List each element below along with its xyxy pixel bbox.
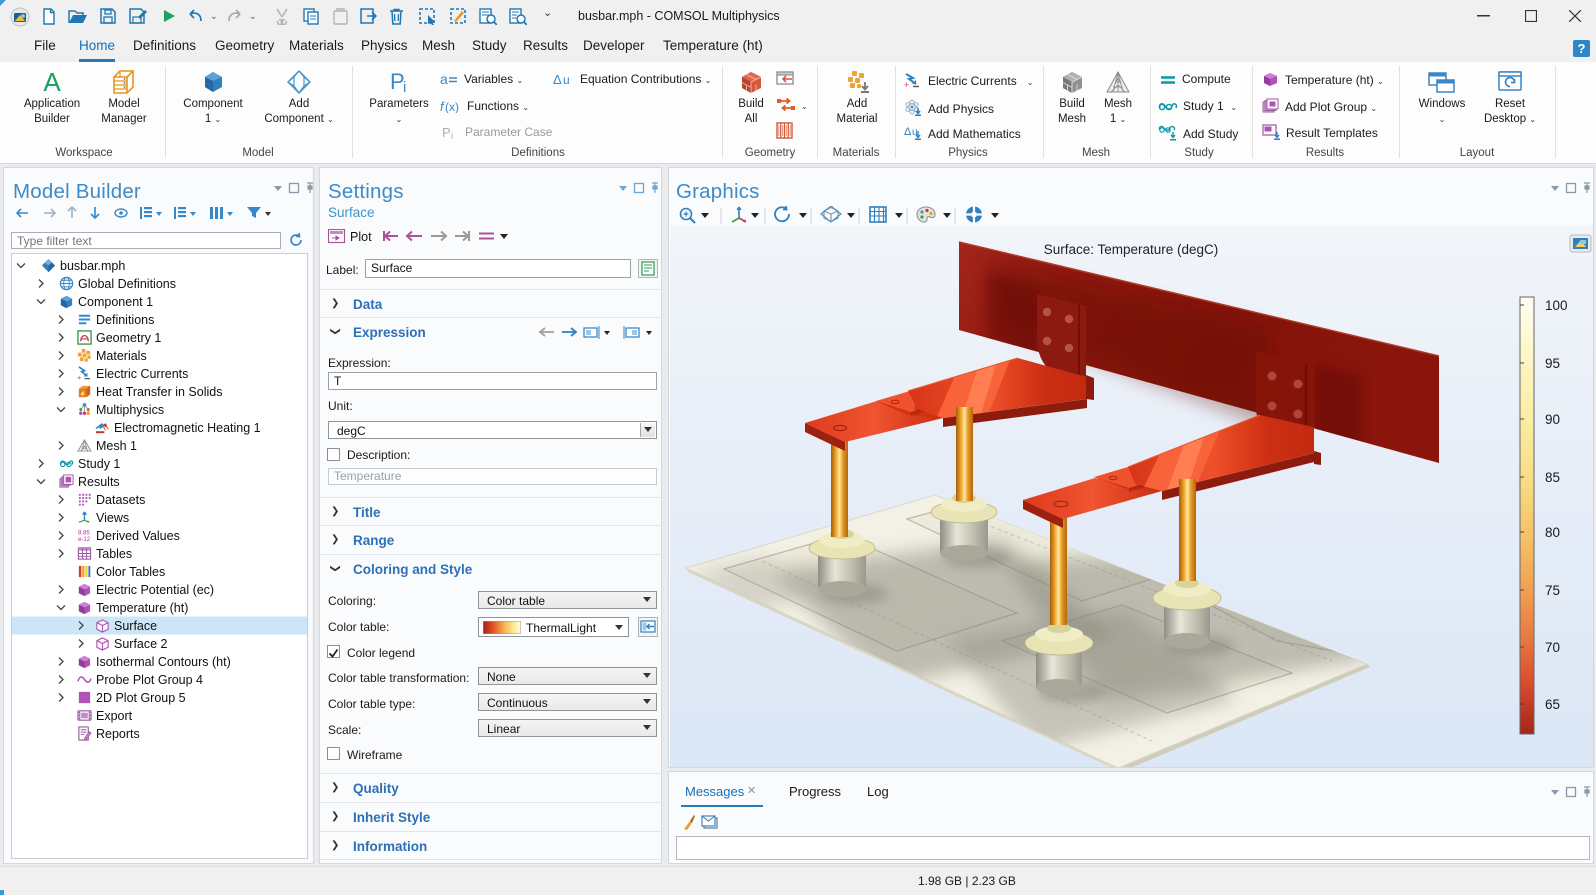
- svg-text:Δ: Δ: [553, 72, 562, 86]
- svg-text:65: 65: [1545, 697, 1560, 712]
- svg-text:Surface: Temperature (degC): Surface: Temperature (degC): [1044, 242, 1219, 257]
- svg-text:(x): (x): [445, 100, 459, 113]
- svg-text:Derived Values: Derived Values: [96, 529, 180, 543]
- svg-text:80: 80: [1545, 525, 1560, 540]
- svg-text:100: 100: [1545, 298, 1568, 313]
- svg-text:Materials: Materials: [96, 349, 147, 363]
- svg-text:i: i: [451, 131, 453, 139]
- svg-text:Multiphysics: Multiphysics: [96, 403, 164, 417]
- svg-text:Views: Views: [96, 511, 129, 525]
- svg-text:Heat Transfer in Solids: Heat Transfer in Solids: [96, 385, 222, 399]
- svg-text:A: A: [43, 70, 61, 94]
- svg-text:busbar.mph: busbar.mph: [60, 259, 125, 273]
- svg-text:Surface 2: Surface 2: [114, 637, 168, 651]
- svg-text:Isothermal Contours (ht): Isothermal Contours (ht): [96, 655, 231, 669]
- svg-text:95: 95: [1545, 356, 1560, 371]
- svg-text:Geometry 1: Geometry 1: [96, 331, 161, 345]
- svg-text:Color Tables: Color Tables: [96, 565, 165, 579]
- svg-text:Mesh 1: Mesh 1: [96, 439, 137, 453]
- svg-text:70: 70: [1545, 640, 1560, 655]
- svg-text:Component 1: Component 1: [78, 295, 153, 309]
- svg-text:P: P: [442, 125, 451, 139]
- svg-text:Electric Currents: Electric Currents: [96, 367, 188, 381]
- svg-text:Electromagnetic Heating 1: Electromagnetic Heating 1: [114, 421, 261, 435]
- svg-text:90: 90: [1545, 412, 1560, 427]
- svg-text:a: a: [440, 72, 448, 86]
- svg-text:+: +: [904, 80, 909, 88]
- svg-text:Temperature (ht): Temperature (ht): [96, 601, 188, 615]
- svg-text:Global Definitions: Global Definitions: [78, 277, 176, 291]
- svg-text:85: 85: [1545, 470, 1560, 485]
- svg-text:Plot: Plot: [350, 230, 372, 244]
- svg-text:Definitions: Definitions: [96, 313, 154, 327]
- svg-text:Δ: Δ: [904, 126, 912, 138]
- svg-text:75: 75: [1545, 583, 1560, 598]
- svg-text:Datasets: Datasets: [96, 493, 145, 507]
- svg-text:Tables: Tables: [96, 547, 132, 561]
- svg-text:Probe Plot Group 4: Probe Plot Group 4: [96, 673, 203, 687]
- svg-text:Electric Potential (ec): Electric Potential (ec): [96, 583, 214, 597]
- svg-text:i: i: [403, 79, 406, 94]
- svg-text:Study 1: Study 1: [78, 457, 120, 471]
- svg-text:Surface: Surface: [114, 619, 157, 633]
- svg-text:Results: Results: [78, 475, 120, 489]
- svg-text:2D Plot Group 5: 2D Plot Group 5: [96, 691, 186, 705]
- svg-text:Reports: Reports: [96, 727, 140, 741]
- svg-text:u: u: [563, 73, 570, 86]
- svg-text:Export: Export: [96, 709, 133, 723]
